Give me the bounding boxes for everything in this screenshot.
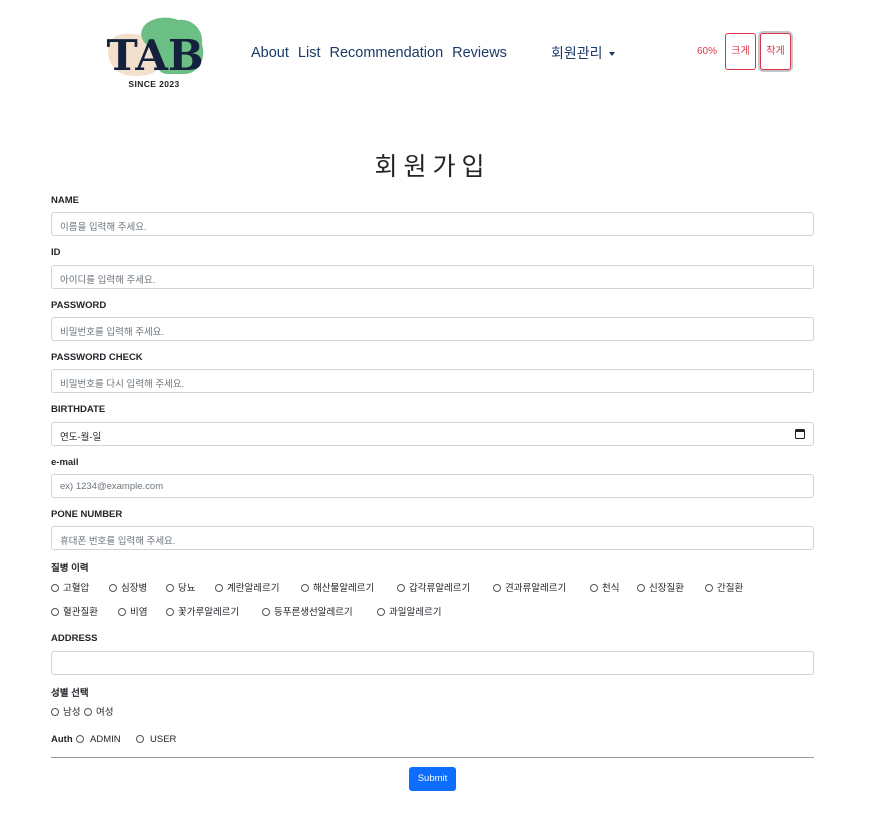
page-title: 회원가입: [374, 152, 491, 181]
nav-list[interactable]: List: [298, 45, 321, 61]
calendar-icon[interactable]: [795, 429, 805, 439]
disease-option[interactable]: 당뇨: [166, 580, 195, 594]
password-check-input[interactable]: 비밀번호를 다시 입력해 주세요.: [51, 369, 814, 393]
logo-graphic: TAB: [106, 17, 204, 80]
disease-option[interactable]: 견과류알레르기: [493, 580, 566, 594]
gender-option-female[interactable]: 여성: [84, 704, 113, 718]
radio-icon: [76, 735, 84, 743]
id-input[interactable]: 아이디를 입력해 주세요.: [51, 265, 814, 289]
option-label: 여성: [96, 707, 114, 718]
caret-down-icon: [608, 52, 615, 56]
radio-icon: [493, 584, 501, 592]
radio-icon: [301, 584, 309, 592]
auth-option-admin[interactable]: ADMIN: [76, 734, 121, 745]
radio-icon: [166, 608, 174, 616]
radio-icon: [215, 584, 223, 592]
disease-option[interactable]: 신장질환: [637, 580, 684, 594]
email-input[interactable]: ex) 1234@example.com: [51, 474, 814, 498]
birthdate-label: BIRTHDATE: [51, 404, 106, 415]
form-divider: [51, 757, 814, 758]
option-label: 혈관질환: [63, 607, 98, 618]
submit-button[interactable]: Submit: [409, 767, 456, 791]
disease-option[interactable]: 심장병: [109, 580, 147, 594]
radio-icon: [397, 584, 405, 592]
radio-icon: [51, 608, 59, 616]
option-label: 당뇨: [178, 583, 196, 594]
radio-icon: [262, 608, 270, 616]
font-bigger-button[interactable]: 크게: [725, 33, 756, 70]
address-input[interactable]: [51, 651, 814, 675]
radio-icon: [84, 708, 92, 716]
gender-option-male[interactable]: 남성: [51, 704, 80, 718]
disease-option[interactable]: 고혈압: [51, 580, 89, 594]
font-smaller-button[interactable]: 작게: [760, 33, 791, 70]
disease-option[interactable]: 간질환: [705, 580, 743, 594]
member-menu-label: 회원관리: [551, 45, 603, 61]
gender-label: 성별 선택: [51, 688, 89, 699]
option-label: 비염: [130, 607, 148, 618]
radio-icon: [377, 608, 385, 616]
name-input[interactable]: 이름을 입력해 주세요.: [51, 212, 814, 236]
disease-option[interactable]: 과일알레르기: [377, 604, 441, 618]
auth-label: Auth: [51, 734, 73, 745]
option-label: 과일알레르기: [389, 607, 442, 618]
nav-recommendation[interactable]: Recommendation: [329, 45, 443, 61]
option-label: 남성: [63, 707, 81, 718]
disease-option[interactable]: 꽃가루알레르기: [166, 604, 239, 618]
disease-option[interactable]: 계란알레르기: [215, 580, 279, 594]
option-label: 등푸른생선알레르기: [274, 607, 353, 618]
radio-icon: [136, 735, 144, 743]
option-label: 꽃가루알레르기: [178, 607, 240, 618]
logo-since: SINCE 2023: [128, 79, 180, 89]
radio-icon: [590, 584, 598, 592]
option-label: 천식: [602, 583, 620, 594]
password-label: PASSWORD: [51, 300, 107, 311]
option-label: 계란알레르기: [227, 583, 280, 594]
radio-icon: [118, 608, 126, 616]
birthdate-value: 연도-월-일: [60, 432, 102, 443]
password-check-label: PASSWORD CHECK: [51, 352, 143, 363]
disease-option[interactable]: 천식: [590, 580, 619, 594]
nav-about[interactable]: About: [251, 45, 289, 61]
member-menu-dropdown[interactable]: 회원관리: [551, 43, 615, 63]
disease-option[interactable]: 등푸른생선알레르기: [262, 604, 353, 618]
radio-icon: [109, 584, 117, 592]
birthdate-input[interactable]: 연도-월-일: [51, 422, 814, 446]
option-label: ADMIN: [90, 734, 121, 745]
nav-reviews[interactable]: Reviews: [452, 45, 507, 61]
id-label: ID: [51, 247, 61, 258]
radio-icon: [166, 584, 174, 592]
phone-input[interactable]: 휴대폰 번호를 입력해 주세요.: [51, 526, 814, 550]
email-label: e-mail: [51, 457, 79, 468]
radio-icon: [51, 584, 59, 592]
disease-option[interactable]: 해산물알레르기: [301, 580, 374, 594]
option-label: 견과류알레르기: [505, 583, 567, 594]
disease-option[interactable]: 갑각류알레르기: [397, 580, 470, 594]
option-label: USER: [150, 734, 177, 745]
option-label: 고혈압: [63, 583, 90, 594]
password-input[interactable]: 비밀번호를 입력해 주세요.: [51, 317, 814, 341]
name-label: NAME: [51, 195, 79, 206]
site-logo[interactable]: TAB SINCE 2023: [104, 16, 206, 94]
option-label: 갑각류알레르기: [409, 583, 471, 594]
disease-option[interactable]: 비염: [118, 604, 147, 618]
address-label: ADDRESS: [51, 633, 98, 644]
auth-option-user[interactable]: USER: [136, 734, 176, 745]
disease-label: 질병 이력: [51, 563, 89, 574]
option-label: 심장병: [121, 583, 148, 594]
disease-option[interactable]: 혈관질환: [51, 604, 98, 618]
main-nav: About List Recommendation Reviews: [251, 45, 516, 61]
option-label: 간질환: [717, 583, 744, 594]
radio-icon: [51, 708, 59, 716]
zoom-level: 60%: [697, 46, 718, 57]
radio-icon: [705, 584, 713, 592]
logo-text: TAB: [106, 31, 203, 80]
phone-label: PONE NUMBER: [51, 509, 123, 520]
option-label: 해산물알레르기: [313, 583, 375, 594]
option-label: 신장질환: [649, 583, 684, 594]
radio-icon: [637, 584, 645, 592]
